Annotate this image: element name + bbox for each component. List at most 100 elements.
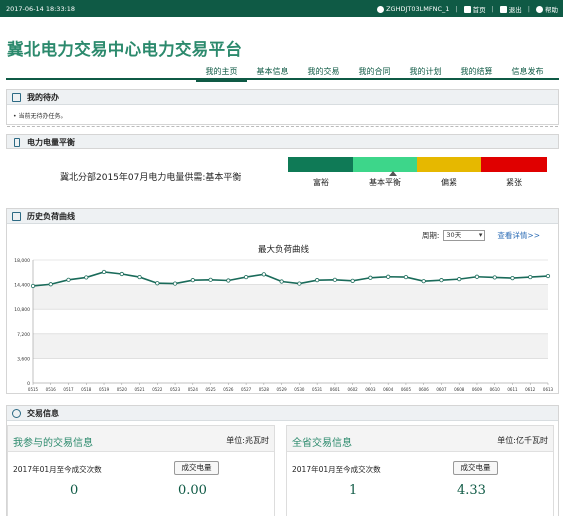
home-link[interactable]: 首页	[463, 4, 486, 14]
user-icon	[377, 5, 385, 13]
data-point	[315, 278, 320, 283]
data-point	[101, 269, 107, 275]
y-tick-label: 3,600	[17, 356, 30, 362]
grid-band	[33, 333, 548, 359]
data-point	[368, 275, 373, 280]
x-tick-label: 0524	[188, 387, 199, 392]
todo-text: • 当前无待办任务。	[7, 105, 558, 127]
data-point	[492, 275, 497, 280]
x-tick-label: 0608	[454, 387, 465, 392]
x-tick-label: 0516	[46, 387, 57, 392]
grid-band	[33, 284, 548, 310]
x-tick-label: 0606	[419, 387, 430, 392]
level-pointer	[389, 171, 397, 176]
data-point	[279, 279, 284, 284]
data-point	[528, 274, 533, 280]
trade-title: 交易信息	[7, 406, 558, 421]
x-tick-label: 0518	[81, 387, 92, 392]
data-point	[66, 277, 71, 282]
x-tick-label: 0602	[348, 387, 359, 392]
data-point	[84, 275, 89, 280]
data-point	[474, 274, 480, 279]
level-label-balanced: 基本平衡	[369, 178, 401, 187]
x-tick-label: 0605	[401, 387, 412, 392]
load-chart: 03,6007,20010,80014,40018,0000515 0516 051…	[14, 258, 554, 392]
level-label-shortage: 紧张	[506, 178, 522, 187]
data-point	[545, 273, 551, 279]
y-tick-label: 14,400	[14, 283, 30, 289]
x-tick-label: 0603	[365, 387, 376, 392]
x-tick-label: 0528	[259, 387, 270, 392]
province-trade-energy-button[interactable]: 成交电量	[453, 461, 498, 475]
level-bar-balanced	[353, 157, 417, 172]
data-point	[421, 279, 426, 284]
data-point	[350, 278, 355, 283]
province-trade-unit: 单位:亿千瓦时	[497, 436, 548, 445]
my-trade-card: 我参与的交易信息 单位:兆瓦时 2017年01月至今成交次数 成交电量 0 0.…	[7, 425, 275, 516]
balance-panel: 电力电量平衡 冀北分部2015年07月电力电量供需:基本平衡 富裕 基本平衡 偏…	[6, 134, 559, 196]
x-tick-label: 0529	[277, 387, 288, 392]
todo-title: 我的待办	[7, 90, 558, 105]
x-tick-label: 0609	[472, 387, 483, 392]
level-bar-surplus	[288, 157, 353, 172]
data-point	[30, 283, 36, 289]
history-panel: 历史负荷曲线 周期: 30天 查看详情>> 最大负荷曲线 03,6007,200…	[6, 208, 559, 394]
top-bar: 2017-06-14 18:33:18 ZGHDJT03LMFNC_1 | 首页…	[0, 0, 563, 17]
x-tick-label: 0607	[436, 387, 447, 392]
help-link[interactable]: 帮助	[536, 4, 558, 14]
my-trade-title: 我参与的交易信息	[13, 438, 93, 449]
data-point	[510, 276, 515, 281]
x-tick-label: 0519	[99, 387, 110, 392]
x-tick-label: 0522	[152, 387, 163, 392]
x-tick-label: 0526	[223, 387, 234, 392]
x-tick-label: 0601	[330, 387, 341, 392]
period-select[interactable]: 30天	[443, 230, 486, 241]
x-tick-label: 0525	[205, 387, 216, 392]
data-point	[155, 281, 160, 286]
x-tick-label: 0515	[28, 387, 39, 392]
header-divider	[6, 78, 559, 80]
x-tick-label: 0613	[543, 387, 554, 392]
list-icon	[12, 93, 21, 102]
x-tick-label: 0523	[170, 387, 181, 392]
level-label-surplus: 富裕	[313, 178, 329, 187]
line-chart-icon	[12, 212, 21, 221]
province-trade-energy: 4.33	[457, 483, 486, 498]
logout-icon	[499, 5, 507, 13]
balance-status-text: 冀北分部2015年07月电力电量供需:基本平衡	[60, 173, 242, 183]
data-point	[226, 278, 231, 283]
data-point	[119, 271, 124, 277]
y-tick-label: 18,000	[14, 258, 30, 264]
trade-panel: 交易信息 我参与的交易信息 单位:兆瓦时 2017年01月至今成交次数 成交电量…	[6, 405, 559, 516]
x-tick-label: 0521	[134, 387, 145, 392]
period-label: 周期:	[421, 231, 440, 240]
data-point	[457, 277, 462, 282]
province-trade-period: 2017年01月至今成交次数	[292, 465, 381, 474]
logout-link[interactable]: 退出	[499, 4, 522, 14]
data-point	[297, 281, 302, 286]
user-link[interactable]: ZGHDJT03LMFNC_1	[377, 5, 449, 13]
province-trade-card: 全省交易信息 单位:亿千瓦时 2017年01月至今成交次数 成交电量 1 4.3…	[286, 425, 554, 516]
my-trade-energy-button[interactable]: 成交电量	[174, 461, 219, 475]
data-point	[172, 281, 178, 286]
data-point	[244, 274, 249, 280]
my-trade-energy: 0.00	[178, 483, 207, 498]
my-trade-count: 0	[70, 483, 79, 498]
level-bar-shortage	[481, 157, 547, 172]
x-tick-label: 0517	[63, 387, 74, 392]
data-point	[137, 274, 142, 280]
x-tick-label: 0611	[507, 387, 518, 392]
x-tick-label: 0612	[525, 387, 536, 392]
grid-band	[33, 309, 548, 334]
view-details-link[interactable]: 查看详情>>	[497, 230, 540, 241]
period-selector: 周期: 30天 查看详情>>	[422, 230, 540, 241]
x-tick-label: 0530	[294, 387, 305, 392]
grid-band	[33, 358, 548, 383]
y-tick-label: 7,200	[17, 332, 30, 338]
header: 冀北电力交易中心电力交易平台 我的主页 基本信息 我的交易 我的合同 我的计划 …	[0, 17, 563, 82]
x-tick-label: 0527	[241, 387, 252, 392]
balance-title: 电力电量平衡	[6, 134, 559, 149]
level-bar-tight	[417, 157, 481, 172]
data-point	[261, 272, 266, 277]
data-point	[48, 282, 53, 287]
